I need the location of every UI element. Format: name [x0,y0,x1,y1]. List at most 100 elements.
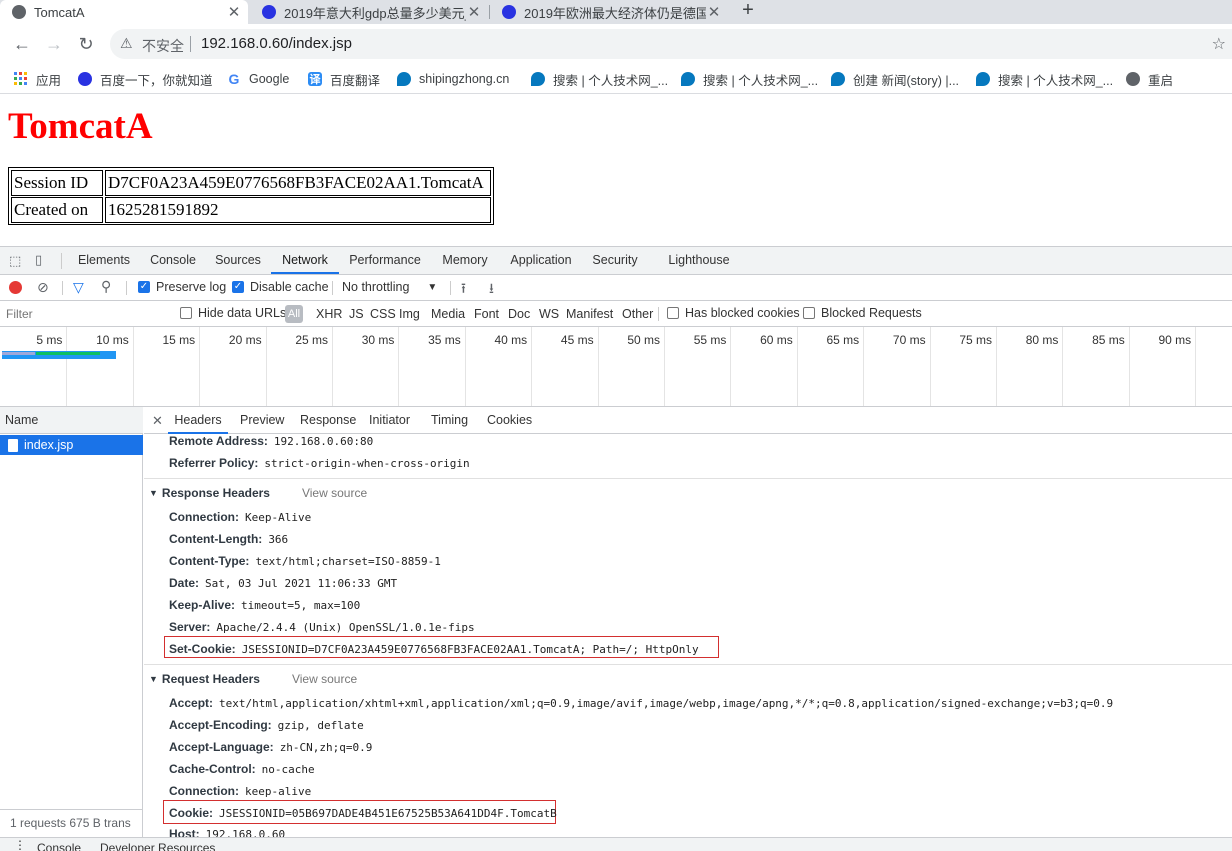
disable-cache-label: Disable cache [250,280,329,294]
devtools-tab-bar: ⬚ ▯ Elements Console Sources Network Per… [0,247,1232,275]
header-key: Remote Address: [169,434,268,448]
header-line: Accept-Language: zh-CN,zh;q=0.9 [169,740,372,754]
checkmark-icon: ✓ [232,281,244,293]
tab-application[interactable]: Application [504,247,578,274]
view-source-link[interactable]: View source [302,486,367,500]
type-filter-css[interactable]: CSS [370,307,396,321]
request-headers-section[interactable]: ▼ Request Headers View source [149,672,357,686]
header-line: Keep-Alive: timeout=5, max=100 [169,598,360,612]
close-icon[interactable]: ✕ [706,3,722,21]
created-on-label: Created on [11,197,103,223]
device-toolbar-icon[interactable]: ▯ [35,252,42,268]
filter-input[interactable] [2,305,167,323]
browser-tab-3[interactable]: 2019年欧洲最大经济体仍是德国 ✕ [490,0,728,24]
type-filter-all[interactable]: All [285,305,303,323]
more-vert-icon[interactable]: ⋮ [14,838,26,851]
request-row-index-jsp[interactable]: index.jsp [0,435,143,455]
new-tab-button[interactable]: + [738,0,758,22]
url-text[interactable]: 192.168.0.60/index.jsp [201,35,352,52]
browser-tab-tomcata[interactable]: TomcatA ✕ [0,0,248,24]
tab-initiator[interactable]: Initiator [369,407,410,434]
type-filter-doc[interactable]: Doc [508,307,530,321]
inspect-icon[interactable]: ⬚ [9,253,21,269]
close-icon[interactable]: ✕ [226,3,242,21]
bookmark-create-story[interactable]: 创建 新闻(story) |... [831,69,959,89]
header-value: gzip, deflate [277,719,364,732]
hide-data-urls-checkbox[interactable]: Hide data URLs [180,306,286,320]
reload-icon[interactable]: ↻ [76,34,96,54]
header-line: Content-Type: text/html;charset=ISO-8859-… [169,554,441,568]
insecure-label[interactable]: 不安全 [142,36,184,56]
header-line: Connection: Keep-Alive [169,510,311,524]
clear-icon[interactable]: ⊘ [37,279,49,296]
type-filter-manifest[interactable]: Manifest [566,307,613,321]
type-filter-xhr[interactable]: XHR [316,307,342,321]
import-har-icon[interactable]: ⭱ [461,278,466,302]
timeline-tick-label: 60 ms [760,333,793,347]
tab-console[interactable]: Console [142,247,204,274]
type-filter-media[interactable]: Media [431,307,465,321]
tab-lighthouse[interactable]: Lighthouse [664,247,734,274]
close-icon[interactable]: ✕ [466,3,482,21]
tab-cookies[interactable]: Cookies [487,407,532,434]
tab-sources[interactable]: Sources [210,247,266,274]
type-filter-font[interactable]: Font [474,307,499,321]
section-title: Response Headers [161,486,270,500]
tab-headers[interactable]: Headers [168,407,228,434]
export-har-icon[interactable]: ⭳ [489,278,494,302]
forward-arrow-icon[interactable]: → [44,34,64,54]
browser-tab-2[interactable]: 2019年意大利gdp总量多少美元_ ✕ [250,0,488,24]
checkbox-box [180,307,192,319]
warning-icon[interactable]: ⚠ [120,35,133,52]
bookmark-google[interactable]: G Google [227,69,290,89]
drupal-icon [397,72,411,86]
tab-elements[interactable]: Elements [72,247,136,274]
type-filter-ws[interactable]: WS [539,307,559,321]
address-bar[interactable]: ⚠ 不安全 192.168.0.60/index.jsp ☆ [110,29,1232,59]
timeline-tick-label: 75 ms [959,333,992,347]
tab-memory[interactable]: Memory [435,247,495,274]
session-id-value: D7CF0A23A459E0776568FB3FACE02AA1.TomcatA [105,170,491,196]
timeline-tick-label: 50 ms [627,333,660,347]
blocked-requests-checkbox[interactable]: Blocked Requests [803,306,922,320]
type-filter-js[interactable]: JS [349,307,364,321]
header-value: timeout=5, max=100 [241,599,361,612]
star-icon[interactable]: ☆ [1212,34,1226,54]
response-headers-section[interactable]: ▼ Response Headers View source [149,486,367,500]
bookmark-search-2[interactable]: 搜索 | 个人技术网_... [681,69,818,89]
bookmark-apps[interactable]: 应用 [14,69,61,89]
name-column-header[interactable]: Name [0,407,143,434]
bookmark-baidu-translate[interactable]: 译 百度翻译 [308,69,380,89]
browser-toolbar: ← → ↻ ⚠ 不安全 192.168.0.60/index.jsp ☆ [0,24,1232,64]
throttling-select[interactable]: No throttling ▼ [342,280,437,294]
back-arrow-icon[interactable]: ← [12,34,32,54]
close-icon[interactable]: ✕ [152,413,163,429]
header-key: Keep-Alive: [169,598,236,612]
filter-icon[interactable]: ▽ [73,279,84,296]
type-filter-img[interactable]: Img [399,307,420,321]
header-value: 192.168.0.60:80 [273,435,374,448]
header-key: Referrer Policy: [169,456,259,470]
bookmark-search-3[interactable]: 搜索 | 个人技术网_... [976,69,1113,89]
tab-security[interactable]: Security [587,247,643,274]
tab-performance[interactable]: Performance [344,247,426,274]
has-blocked-cookies-checkbox[interactable]: Has blocked cookies [667,306,800,320]
network-timeline-overview[interactable]: 5 ms 10 ms 15 ms 20 ms 25 ms 30 ms 35 ms 40 ms 4… [0,327,1232,407]
tab-response[interactable]: Response [300,407,356,434]
record-icon[interactable] [9,281,22,294]
search-icon[interactable]: ⚲ [101,278,111,295]
disable-cache-checkbox[interactable]: ✓ Disable cache [232,280,329,294]
timeline-tick-label: 80 ms [1025,333,1059,347]
tab-timing[interactable]: Timing [431,407,468,434]
bookmark-restart[interactable]: 重启 [1126,69,1173,89]
preserve-log-checkbox[interactable]: ✓ Preserve log [138,280,226,294]
bookmark-shipingzhong[interactable]: shipingzhong.cn [397,69,509,89]
view-source-link[interactable]: View source [292,672,357,686]
type-filter-other[interactable]: Other [622,307,653,321]
bookmark-search-1[interactable]: 搜索 | 个人技术网_... [531,69,668,89]
tab-network[interactable]: Network [271,247,339,274]
tab-preview[interactable]: Preview [240,407,284,434]
header-value: JSESSIONID=D7CF0A23A459E0776568FB3FACE02… [241,643,699,656]
bookmark-baidu[interactable]: 百度一下，你就知道 [78,69,213,89]
timeline-tick-label: 85 ms [1092,333,1125,347]
